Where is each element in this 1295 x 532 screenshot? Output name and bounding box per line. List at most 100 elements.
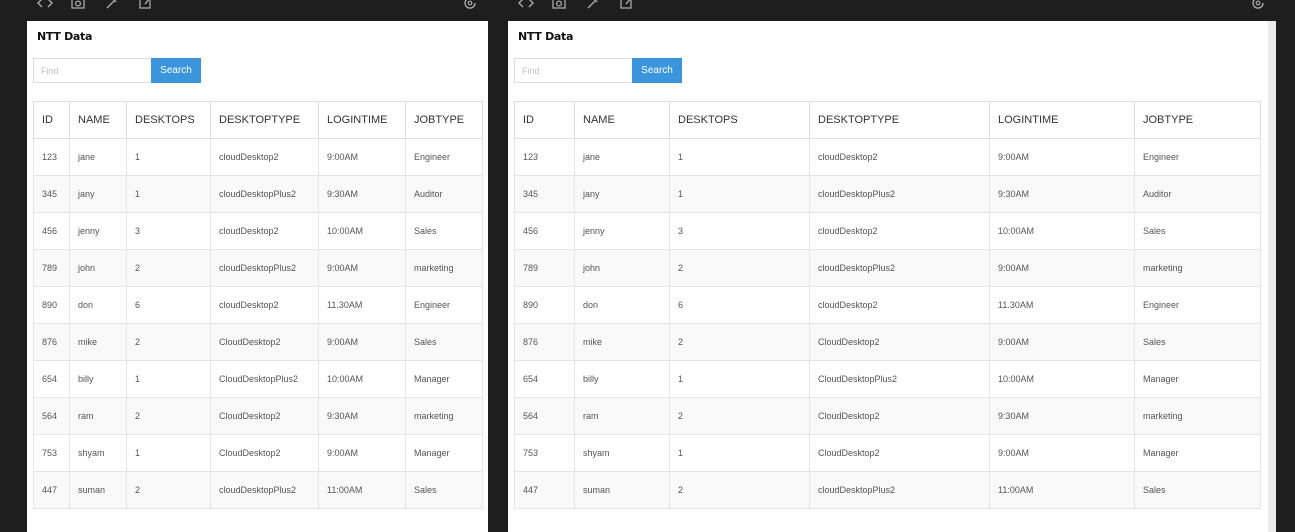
table-row[interactable]: 654 billy 1 CloudDesktopPlus2 10:00AM Manager bbox=[33, 360, 483, 398]
camera-icon[interactable] bbox=[69, 0, 87, 12]
cell-desktoptype: CloudDesktopPlus2 bbox=[809, 360, 990, 398]
cell-jobtype: marketing bbox=[1134, 397, 1261, 435]
cell-name: jane bbox=[574, 138, 670, 176]
cell-logintime: 10:00AM bbox=[989, 360, 1135, 398]
cell-id: 564 bbox=[514, 397, 575, 435]
edit-icon[interactable] bbox=[137, 0, 155, 12]
cell-logintime: 11.30AM bbox=[989, 286, 1135, 324]
cell-jobtype: Sales bbox=[1134, 323, 1261, 361]
table-row[interactable]: 753 shyam 1 CloudDesktop2 9:00AM Manager bbox=[514, 434, 1261, 472]
column-header-id[interactable]: ID bbox=[33, 101, 70, 139]
cell-desktops: 2 bbox=[126, 397, 211, 435]
cell-id: 890 bbox=[514, 286, 575, 324]
cell-logintime: 9:00AM bbox=[989, 323, 1135, 361]
cell-desktoptype: CloudDesktop2 bbox=[809, 434, 990, 472]
table-row[interactable]: 123 jane 1 cloudDesktop2 9:00AM Engineer bbox=[514, 138, 1261, 176]
cell-name: don bbox=[69, 286, 127, 324]
table-row[interactable]: 345 jany 1 cloudDesktopPlus2 9:30AM Auditor bbox=[514, 175, 1261, 213]
refresh-icon[interactable] bbox=[1249, 0, 1267, 12]
cell-name: ram bbox=[69, 397, 127, 435]
column-header-name[interactable]: NAME bbox=[574, 101, 670, 139]
cell-desktoptype: cloudDesktop2 bbox=[210, 286, 319, 324]
cell-desktops: 2 bbox=[669, 323, 810, 361]
table-row[interactable]: 123 jane 1 cloudDesktop2 9:00AM Engineer bbox=[33, 138, 483, 176]
cell-desktops: 2 bbox=[126, 323, 211, 361]
code-icon[interactable] bbox=[36, 0, 54, 12]
eyedropper-icon[interactable] bbox=[103, 0, 121, 12]
column-header-id[interactable]: ID bbox=[514, 101, 575, 139]
search-button[interactable]: Search bbox=[632, 58, 682, 83]
cell-id: 789 bbox=[33, 249, 70, 287]
column-header-jobtype[interactable]: JOBTYPE bbox=[405, 101, 483, 139]
cell-logintime: 9:00AM bbox=[989, 249, 1135, 287]
table-row[interactable]: 345 jany 1 cloudDesktopPlus2 9:30AM Auditor bbox=[33, 175, 483, 213]
code-icon[interactable] bbox=[517, 0, 535, 12]
cell-desktoptype: cloudDesktop2 bbox=[809, 286, 990, 324]
cell-id: 456 bbox=[33, 212, 70, 250]
table-row[interactable]: 876 mike 2 CloudDesktop2 9:00AM Sales bbox=[33, 323, 483, 361]
column-header-desktops[interactable]: DESKTOPS bbox=[669, 101, 810, 139]
table-row[interactable]: 564 ram 2 CloudDesktop2 9:30AM marketing bbox=[514, 397, 1261, 435]
ntt-data-logo: NTT Data bbox=[518, 30, 574, 43]
cell-jobtype: marketing bbox=[405, 397, 483, 435]
cell-id: 753 bbox=[514, 434, 575, 472]
cell-name: jane bbox=[69, 138, 127, 176]
cell-id: 123 bbox=[33, 138, 70, 176]
table-row[interactable]: 456 jenny 3 cloudDesktop2 10:00AM Sales bbox=[514, 212, 1261, 250]
column-header-jobtype[interactable]: JOBTYPE bbox=[1134, 101, 1261, 139]
cell-name: john bbox=[69, 249, 127, 287]
cell-name: suman bbox=[69, 471, 127, 509]
search-input[interactable] bbox=[33, 58, 151, 83]
cell-name: john bbox=[574, 249, 670, 287]
table-row[interactable]: 789 john 2 cloudDesktopPlus2 9:00AM marketing bbox=[514, 249, 1261, 287]
cell-id: 876 bbox=[514, 323, 575, 361]
refresh-icon[interactable] bbox=[461, 0, 479, 12]
left-preview-panel: NTT Data Search ID NAME DESKTOPS DESKTOP… bbox=[27, 21, 488, 532]
column-header-desktoptype[interactable]: DESKTOPTYPE bbox=[210, 101, 319, 139]
cell-id: 345 bbox=[514, 175, 575, 213]
table-row[interactable]: 753 shyam 1 CloudDesktop2 9:00AM Manager bbox=[33, 434, 483, 472]
cell-id: 789 bbox=[514, 249, 575, 287]
search-button[interactable]: Search bbox=[151, 58, 201, 83]
cell-id: 345 bbox=[33, 175, 70, 213]
cell-logintime: 11:00AM bbox=[318, 471, 406, 509]
right-preview-panel: NTT Data Search ID NAME DESKTOPS DESKTOP… bbox=[508, 21, 1276, 532]
vertical-scrollbar[interactable] bbox=[1268, 21, 1276, 532]
cell-desktoptype: CloudDesktop2 bbox=[809, 323, 990, 361]
search-input[interactable] bbox=[514, 58, 632, 83]
cell-jobtype: Auditor bbox=[405, 175, 483, 213]
cell-desktoptype: cloudDesktopPlus2 bbox=[809, 175, 990, 213]
cell-desktoptype: CloudDesktopPlus2 bbox=[210, 360, 319, 398]
table-row[interactable]: 654 billy 1 CloudDesktopPlus2 10:00AM Manager bbox=[514, 360, 1261, 398]
table-row[interactable]: 876 mike 2 CloudDesktop2 9:00AM Sales bbox=[514, 323, 1261, 361]
table-row[interactable]: 456 jenny 3 cloudDesktop2 10:00AM Sales bbox=[33, 212, 483, 250]
column-header-desktops[interactable]: DESKTOPS bbox=[126, 101, 211, 139]
cell-name: mike bbox=[574, 323, 670, 361]
table-row[interactable]: 564 ram 2 CloudDesktop2 9:30AM marketing bbox=[33, 397, 483, 435]
table-row[interactable]: 890 don 6 cloudDesktop2 11.30AM Engineer bbox=[514, 286, 1261, 324]
column-header-logintime[interactable]: LOGINTIME bbox=[318, 101, 406, 139]
table-row[interactable]: 447 suman 2 cloudDesktopPlus2 11:00AM Sales bbox=[33, 471, 483, 509]
cell-desktops: 2 bbox=[126, 471, 211, 509]
column-header-desktoptype[interactable]: DESKTOPTYPE bbox=[809, 101, 990, 139]
cell-desktops: 2 bbox=[669, 249, 810, 287]
table-row[interactable]: 789 john 2 cloudDesktopPlus2 9:00AM marketing bbox=[33, 249, 483, 287]
cell-id: 564 bbox=[33, 397, 70, 435]
table-row[interactable]: 890 don 6 cloudDesktop2 11.30AM Engineer bbox=[33, 286, 483, 324]
column-header-name[interactable]: NAME bbox=[69, 101, 127, 139]
cell-id: 654 bbox=[33, 360, 70, 398]
camera-icon[interactable] bbox=[550, 0, 568, 12]
table-row[interactable]: 447 suman 2 cloudDesktopPlus2 11:00AM Sales bbox=[514, 471, 1261, 509]
cell-name: jany bbox=[574, 175, 670, 213]
cell-desktops: 1 bbox=[669, 138, 810, 176]
cell-id: 753 bbox=[33, 434, 70, 472]
cell-desktops: 1 bbox=[669, 434, 810, 472]
cell-name: shyam bbox=[574, 434, 670, 472]
eyedropper-icon[interactable] bbox=[584, 0, 602, 12]
column-header-logintime[interactable]: LOGINTIME bbox=[989, 101, 1135, 139]
edit-icon[interactable] bbox=[618, 0, 636, 12]
cell-jobtype: Auditor bbox=[1134, 175, 1261, 213]
cell-name: ram bbox=[574, 397, 670, 435]
cell-logintime: 10:00AM bbox=[318, 212, 406, 250]
cell-desktoptype: cloudDesktop2 bbox=[210, 212, 319, 250]
